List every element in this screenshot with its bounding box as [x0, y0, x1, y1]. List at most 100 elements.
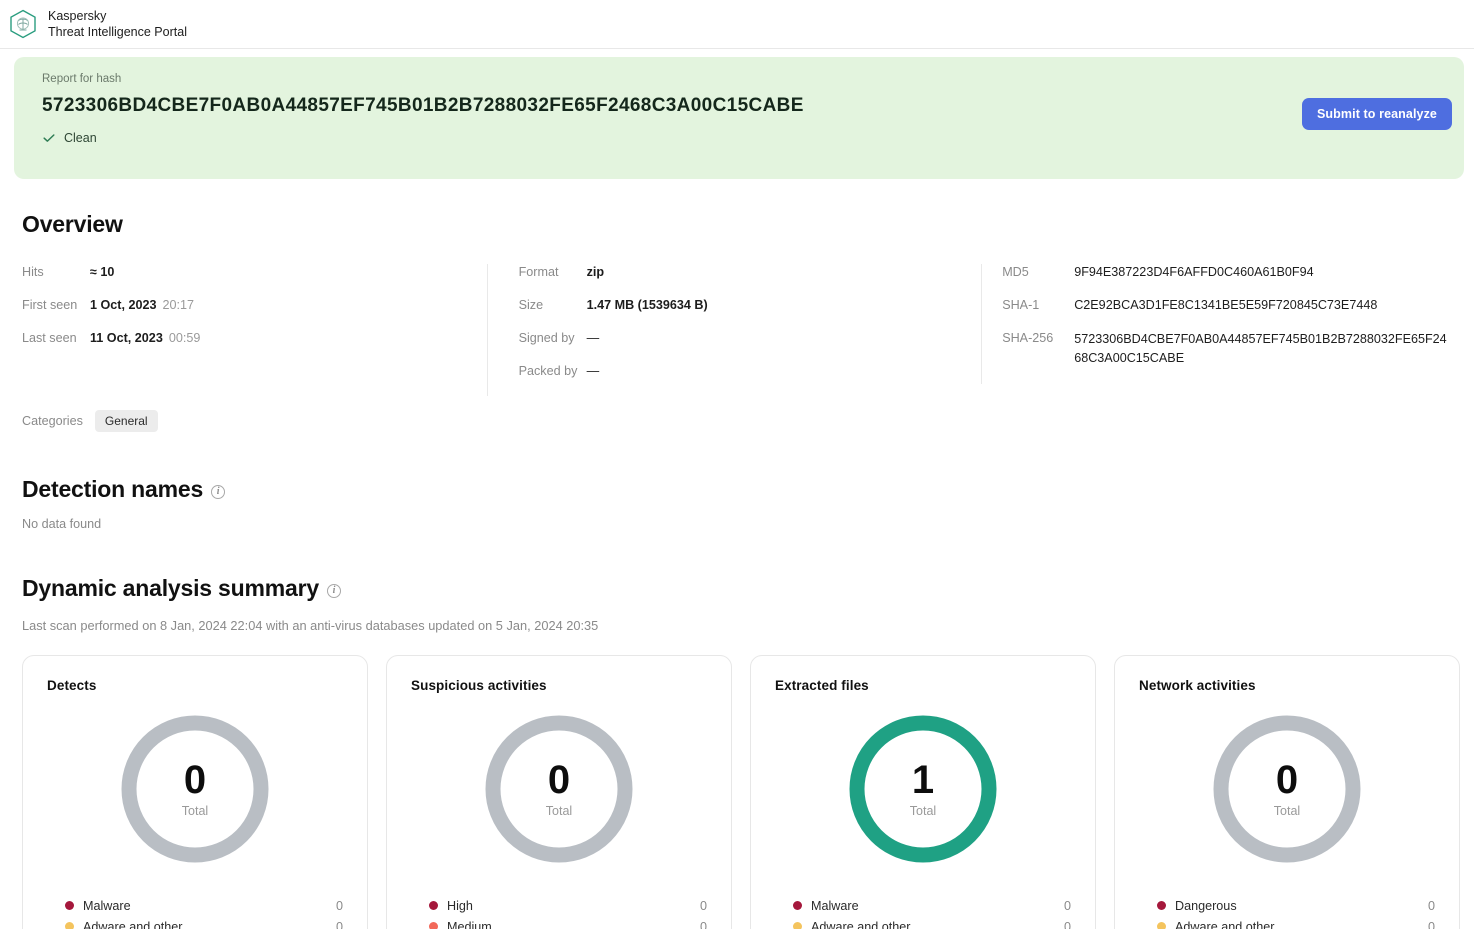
overview-key: MD5: [1002, 264, 1074, 281]
report-hash-value: 5723306BD4CBE7F0AB0A44857EF745B01B2B7288…: [42, 95, 1444, 117]
overview-row-size: Size 1.47 MB (1539634 B): [519, 297, 982, 314]
stat-card: Suspicious activities0TotalHigh0Medium0L…: [386, 655, 732, 929]
overview-key: Signed by: [519, 330, 587, 347]
brand-title: Kaspersky Threat Intelligence Portal: [48, 8, 187, 40]
donut-total-label: Total: [1274, 804, 1300, 818]
card-title: Extracted files: [775, 678, 1071, 693]
brand-product: Threat Intelligence Portal: [48, 24, 187, 40]
overview-section: Overview Hits ≈ 10 First seen 1 Oct, 202…: [0, 179, 1474, 432]
donut-total-value: 0: [1276, 760, 1298, 800]
donut-total-value: 0: [184, 760, 206, 800]
stat-card: Extracted files1TotalMalware0Adware and …: [750, 655, 1096, 929]
legend-value: 0: [677, 899, 707, 913]
overview-value: 1.47 MB (1539634 B): [587, 297, 708, 314]
overview-row-hits: Hits ≈ 10: [22, 264, 487, 281]
detection-names-empty-text: No data found: [22, 517, 1452, 531]
legend-label: Adware and other: [83, 920, 313, 929]
submit-to-reanalyze-button[interactable]: Submit to reanalyze: [1302, 98, 1452, 130]
donut-center: 0 Total: [1207, 709, 1367, 869]
overview-key: SHA-1: [1002, 297, 1074, 314]
overview-value: —: [587, 330, 600, 347]
legend-color-dot: [429, 901, 438, 910]
categories-row: Categories General: [22, 410, 1452, 432]
card-title: Network activities: [1139, 678, 1435, 693]
overview-title: Overview: [22, 211, 1452, 238]
legend-label: High: [447, 899, 677, 913]
donut-chart: 0 Total: [479, 709, 639, 869]
overview-value: 11 Oct, 202300:59: [90, 330, 200, 347]
legend-row[interactable]: Medium0: [429, 916, 707, 929]
chart-legend: Dangerous0Adware and other0Good0Not cate…: [1139, 895, 1435, 929]
donut-total-label: Total: [546, 804, 572, 818]
overview-row-last-seen: Last seen 11 Oct, 202300:59: [22, 330, 487, 347]
dynamic-analysis-title: Dynamic analysis summary i: [22, 575, 1452, 602]
legend-value: 0: [677, 920, 707, 929]
donut-center: 1 Total: [843, 709, 1003, 869]
legend-value: 0: [313, 899, 343, 913]
donut-chart: 0 Total: [1207, 709, 1367, 869]
category-chip-general[interactable]: General: [95, 410, 158, 432]
donut-chart-wrap: 1 Total: [775, 709, 1071, 869]
legend-label: Malware: [811, 899, 1041, 913]
legend-row[interactable]: Dangerous0: [1157, 895, 1435, 916]
donut-chart-wrap: 0Total: [47, 709, 343, 869]
overview-row-signed-by: Signed by —: [519, 330, 982, 347]
donut-total-label: Total: [910, 804, 936, 818]
legend-row[interactable]: Adware and other0: [793, 916, 1071, 929]
overview-time: 00:59: [169, 331, 201, 345]
legend-value: 0: [1405, 899, 1435, 913]
overview-row-sha256: SHA-256 5723306BD4CBE7F0AB0A44857EF745B0…: [1002, 330, 1452, 368]
overview-row-md5: MD5 9F94E387223D4F6AFFD0C460A61B0F94: [1002, 264, 1452, 281]
legend-row[interactable]: Malware0: [793, 895, 1071, 916]
overview-column-file: Format zip Size 1.47 MB (1539634 B) Sign…: [487, 264, 982, 396]
categories-label: Categories: [22, 414, 83, 428]
overview-row-first-seen: First seen 1 Oct, 2023 20:17: [22, 297, 487, 314]
legend-color-dot: [793, 922, 802, 929]
chart-legend: Malware0Adware and other0Clean1Not categ…: [775, 895, 1071, 929]
legend-value: 0: [1405, 920, 1435, 929]
dynamic-analysis-section: Dynamic analysis summary i Last scan per…: [0, 531, 1474, 633]
kaspersky-hexagon-tree-logo-icon[interactable]: [8, 8, 38, 40]
overview-value: zip: [587, 264, 605, 281]
donut-total-value: 0: [548, 760, 570, 800]
overview-key: Last seen: [22, 330, 90, 347]
overview-key: Format: [519, 264, 587, 281]
donut-center: 0 Total: [479, 709, 639, 869]
stat-card: Detects0TotalMalware0Adware and other0: [22, 655, 368, 929]
overview-value-sha1: C2E92BCA3D1FE8C1341BE5E59F720845C73E7448: [1074, 297, 1377, 314]
legend-row[interactable]: Adware and other0: [1157, 916, 1435, 929]
chart-legend: High0Medium0Low0: [411, 895, 707, 929]
dynamic-analysis-heading: Dynamic analysis summary: [22, 575, 319, 602]
overview-key: SHA-256: [1002, 330, 1074, 368]
overview-row-packed-by: Packed by —: [519, 363, 982, 380]
verdict-label: Clean: [64, 131, 97, 145]
info-icon[interactable]: i: [211, 485, 225, 499]
overview-value-sha256: 5723306BD4CBE7F0AB0A44857EF745B01B2B7288…: [1074, 330, 1452, 368]
overview-key: First seen: [22, 297, 90, 314]
card-title: Suspicious activities: [411, 678, 707, 693]
detection-names-title: Detection names i: [22, 476, 1452, 503]
legend-row[interactable]: High0: [429, 895, 707, 916]
app-header: Kaspersky Threat Intelligence Portal: [0, 0, 1474, 49]
overview-time: 20:17: [163, 298, 195, 312]
legend-row[interactable]: Adware and other0: [65, 916, 343, 929]
donut-chart-wrap: 0 Total: [1139, 709, 1435, 869]
info-icon[interactable]: i: [327, 584, 341, 598]
donut-chart: 1 Total: [843, 709, 1003, 869]
report-for-hash-label: Report for hash: [42, 73, 1444, 85]
brand-name: Kaspersky: [48, 8, 187, 24]
legend-row[interactable]: Malware0: [65, 895, 343, 916]
overview-value: 1 Oct, 2023 20:17: [90, 297, 194, 314]
report-banner: Report for hash 5723306BD4CBE7F0AB0A4485…: [14, 57, 1464, 179]
legend-label: Medium: [447, 920, 677, 929]
donut-center: 0Total: [115, 709, 275, 869]
legend-label: Adware and other: [811, 920, 1041, 929]
stat-card: Network activities 0 Total Dangerous0Adware…: [1114, 655, 1460, 929]
legend-color-dot: [429, 922, 438, 929]
overview-column-hashes: MD5 9F94E387223D4F6AFFD0C460A61B0F94 SHA…: [981, 264, 1452, 384]
verdict-status: Clean: [42, 131, 1444, 145]
overview-date: 1 Oct, 2023: [90, 298, 157, 312]
overview-key: Size: [519, 297, 587, 314]
donut-total-value: 1: [912, 760, 934, 800]
chart-legend: Malware0Adware and other0: [47, 895, 343, 929]
